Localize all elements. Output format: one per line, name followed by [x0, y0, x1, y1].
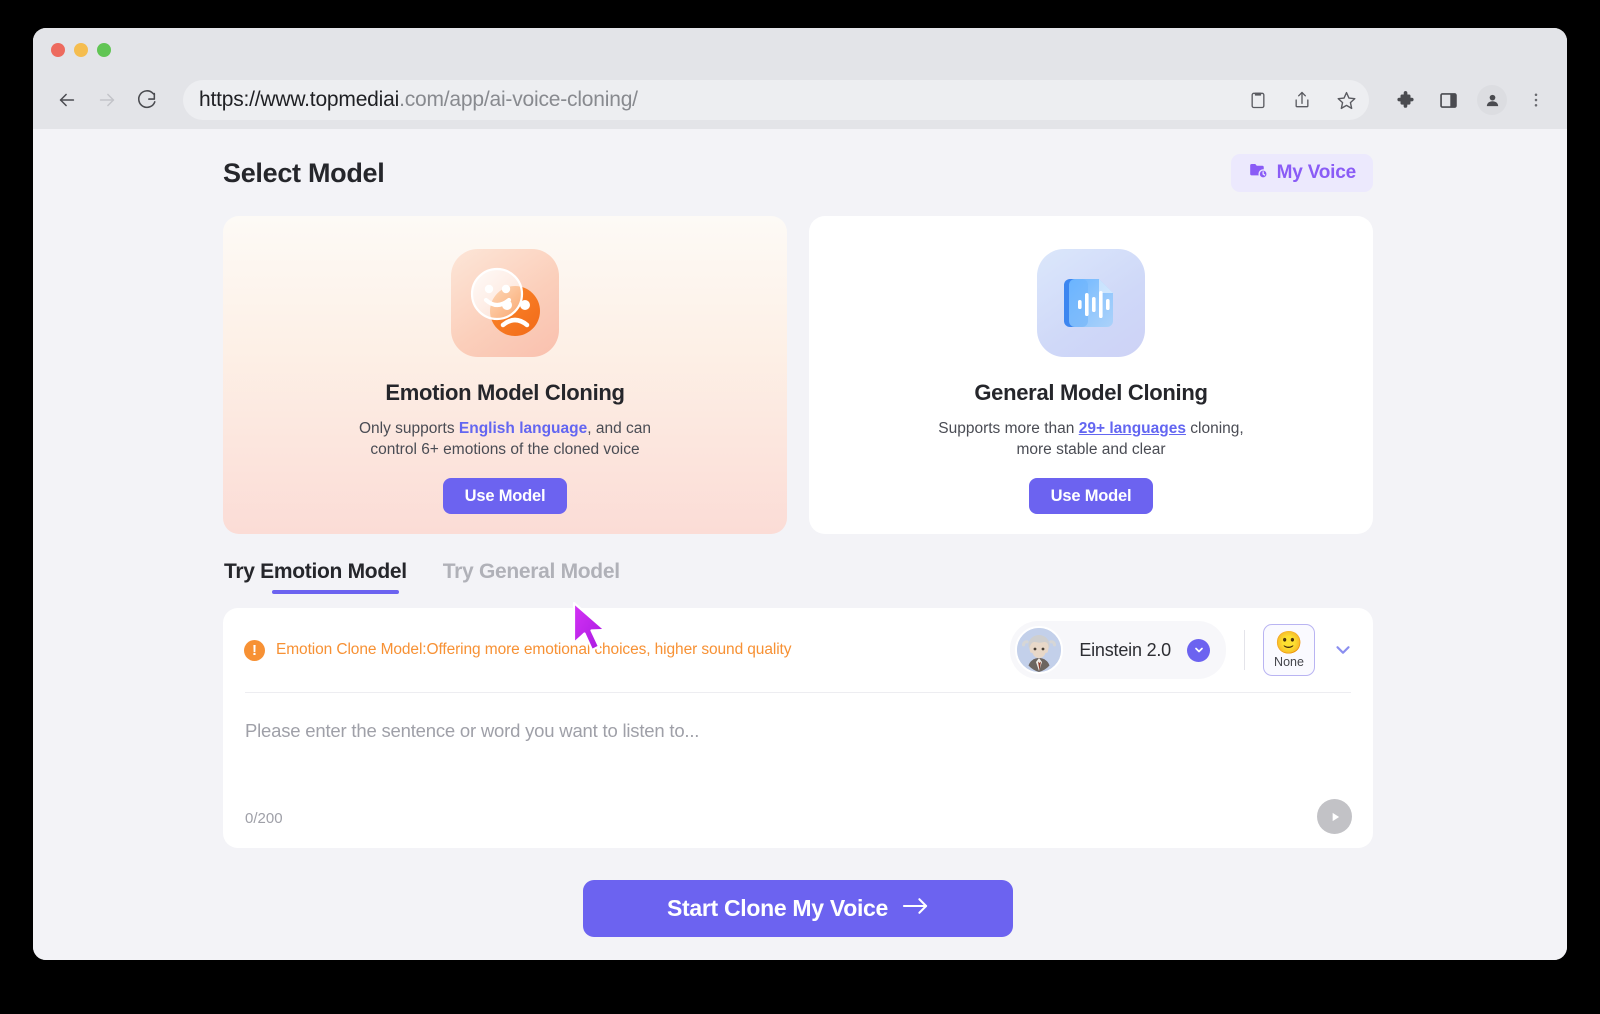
emotion-label: None — [1274, 654, 1304, 669]
folder-clock-icon — [1248, 160, 1269, 186]
use-model-button-general[interactable]: Use Model — [1028, 478, 1154, 515]
maximize-window-button[interactable] — [97, 42, 111, 57]
clipboard-icon[interactable] — [1245, 87, 1271, 113]
general-model-card[interactable]: General Model Cloning Supports more than… — [809, 216, 1373, 534]
waveform-document-icon — [1037, 249, 1145, 357]
avatar — [1015, 626, 1064, 674]
emotion-selector[interactable]: 🙂 None — [1263, 624, 1315, 676]
emotion-expand-chevron-down-icon[interactable] — [1332, 639, 1354, 661]
languages-link[interactable]: 29+ languages — [1079, 420, 1186, 437]
tab-try-general-model[interactable]: Try General Model — [443, 560, 620, 596]
emotion-card-title: Emotion Model Cloning — [385, 380, 625, 405]
url-domain: https://www.topmediai — [199, 88, 400, 111]
tab-prefix: Try — [224, 560, 255, 583]
play-button[interactable] — [1317, 799, 1352, 834]
exclamation-circle-icon: ! — [244, 639, 265, 661]
minimize-window-button[interactable] — [74, 42, 88, 57]
voice-dropdown-chevron-down-icon[interactable] — [1187, 638, 1210, 662]
voice-selector[interactable]: Einstein 2.0 — [1010, 621, 1226, 679]
panel-divider — [245, 692, 1351, 693]
page-title: Select Model — [223, 157, 385, 188]
window-titlebar — [33, 28, 1567, 71]
tab-prefix: Try — [442, 560, 474, 583]
profile-icon[interactable] — [1477, 85, 1507, 115]
english-language-link[interactable]: English language — [459, 420, 587, 437]
text-input-panel: ! Emotion Clone Model:Offering more emot… — [223, 608, 1373, 848]
cta-container: Start Clone My Voice — [223, 880, 1373, 937]
share-icon[interactable] — [1289, 87, 1315, 113]
address-bar[interactable]: https://www.topmediai.com/app/ai-voice-c… — [183, 80, 1369, 120]
notice-banner: ! Emotion Clone Model:Offering more emot… — [242, 639, 792, 661]
text-input-placeholder[interactable]: Please enter the sentence or word you wa… — [242, 720, 1354, 742]
browser-action-icons — [1393, 85, 1549, 115]
divider — [1244, 630, 1245, 670]
character-counter: 0/200 — [245, 810, 283, 827]
cta-label: Start Clone My Voice — [666, 895, 889, 921]
browser-toolbar: https://www.topmediai.com/app/ai-voice-c… — [33, 71, 1567, 129]
voice-name-label: Einstein 2.0 — [1079, 639, 1171, 660]
url-text: https://www.topmediai.com/app/ai-voice-c… — [199, 88, 638, 112]
close-window-button[interactable] — [51, 42, 65, 57]
tab-try-emotion-model[interactable]: Try Emotion Model — [224, 560, 407, 596]
active-tab-underline — [272, 590, 399, 594]
page-header: Select Model My Voice — [223, 129, 1373, 192]
start-clone-my-voice-button[interactable]: Start Clone My Voice — [583, 880, 1013, 937]
emotion-card-description: Only supports English language, and can … — [350, 418, 660, 460]
desc-pre: Only supports — [358, 420, 459, 437]
bookmark-star-icon[interactable] — [1333, 87, 1359, 113]
panel-top-row: ! Emotion Clone Model:Offering more emot… — [242, 608, 1354, 692]
extensions-puzzle-icon[interactable] — [1393, 87, 1419, 113]
arrow-right-icon — [902, 895, 929, 922]
model-cards: Emotion Model Cloning Only supports Engl… — [223, 216, 1373, 534]
general-card-title: General Model Cloning — [974, 380, 1208, 405]
address-bar-icons — [1245, 87, 1359, 113]
my-voice-label: My Voice — [1276, 162, 1357, 183]
emotion-face-icon: 🙂 — [1275, 629, 1303, 655]
general-card-description: Supports more than 29+ languages cloning… — [936, 418, 1246, 460]
url-path: .com/app/ai-voice-cloning/ — [399, 88, 638, 111]
side-panel-icon[interactable] — [1435, 87, 1461, 113]
forward-button[interactable] — [89, 82, 125, 118]
my-voice-button[interactable]: My Voice — [1230, 154, 1373, 192]
emotion-faces-icon — [451, 249, 559, 357]
desktop-background: https://www.topmediai.com/app/ai-voice-c… — [0, 0, 1600, 1014]
use-model-button-emotion[interactable]: Use Model — [442, 478, 568, 515]
voice-controls: Einstein 2.0 🙂 None — [1010, 621, 1354, 679]
notice-text: Emotion Clone Model:Offering more emotio… — [276, 641, 792, 658]
page-content: Select Model My Voice Emotion Model Clon… — [33, 129, 1567, 960]
browser-window: https://www.topmediai.com/app/ai-voice-c… — [33, 28, 1567, 960]
tab-label: Emotion Model — [260, 560, 407, 583]
reload-button[interactable] — [129, 82, 165, 118]
more-menu-icon[interactable] — [1523, 87, 1549, 113]
tab-label: General Model — [478, 560, 620, 583]
model-tabs: Try Emotion Model Try General Model — [223, 560, 1373, 596]
emotion-model-card[interactable]: Emotion Model Cloning Only supports Engl… — [223, 216, 787, 534]
back-button[interactable] — [49, 82, 85, 118]
desc-pre: Supports more than — [938, 420, 1079, 437]
